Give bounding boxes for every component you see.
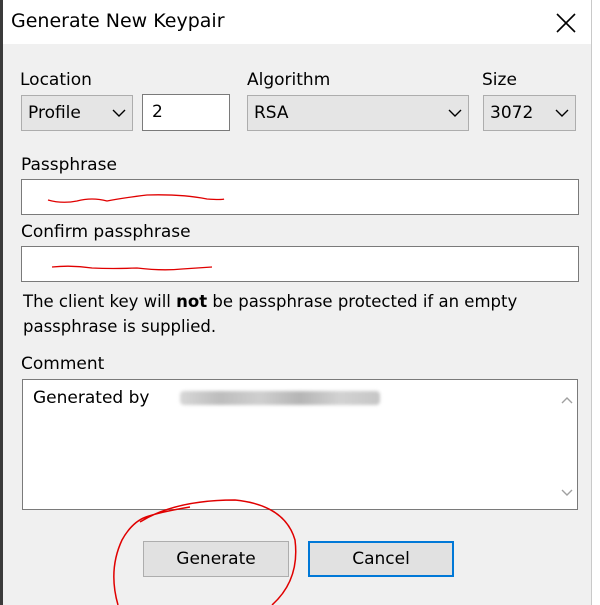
- size-value: 3072: [490, 103, 534, 123]
- comment-textarea[interactable]: Generated by: [22, 379, 578, 510]
- location-label: Location: [20, 70, 92, 90]
- redaction-scribble: [51, 265, 213, 271]
- location-number-input[interactable]: 2: [142, 94, 230, 131]
- dialog-body: Location Profile 2 Algorithm RSA Size 30…: [3, 44, 591, 605]
- location-select[interactable]: Profile: [21, 95, 133, 131]
- close-icon: [556, 13, 576, 33]
- location-number-value: 2: [152, 102, 163, 122]
- scroll-down-icon[interactable]: [561, 489, 573, 497]
- blurred-hostname: [180, 391, 380, 405]
- scroll-up-icon[interactable]: [561, 396, 573, 404]
- algorithm-select[interactable]: RSA: [247, 95, 469, 131]
- algorithm-label: Algorithm: [247, 70, 331, 90]
- generate-button[interactable]: Generate: [143, 541, 289, 577]
- window-title: Generate New Keypair: [11, 10, 225, 32]
- algorithm-value: RSA: [254, 103, 289, 123]
- size-select[interactable]: 3072: [483, 95, 576, 131]
- comment-label: Comment: [21, 354, 105, 374]
- note-text-1: The client key will: [23, 292, 177, 311]
- comment-value: Generated by: [33, 388, 150, 408]
- comment-scrollbar[interactable]: [557, 380, 577, 509]
- note-bold: not: [176, 292, 208, 311]
- chevron-down-icon: [112, 109, 126, 117]
- title-bar: Generate New Keypair: [3, 0, 591, 44]
- size-label: Size: [482, 70, 517, 90]
- window-edge-right: [591, 0, 600, 605]
- confirm-passphrase-label: Confirm passphrase: [21, 222, 191, 242]
- chevron-down-icon: [555, 109, 569, 117]
- passphrase-label: Passphrase: [21, 155, 117, 175]
- chevron-down-icon: [448, 109, 462, 117]
- passphrase-input[interactable]: [21, 179, 579, 215]
- close-button[interactable]: [549, 6, 583, 40]
- cancel-button[interactable]: Cancel: [308, 541, 454, 577]
- passphrase-warning: The client key will not be passphrase pr…: [23, 289, 563, 339]
- confirm-passphrase-input[interactable]: [21, 246, 579, 282]
- redaction-scribble: [47, 194, 225, 203]
- location-value: Profile: [28, 103, 81, 123]
